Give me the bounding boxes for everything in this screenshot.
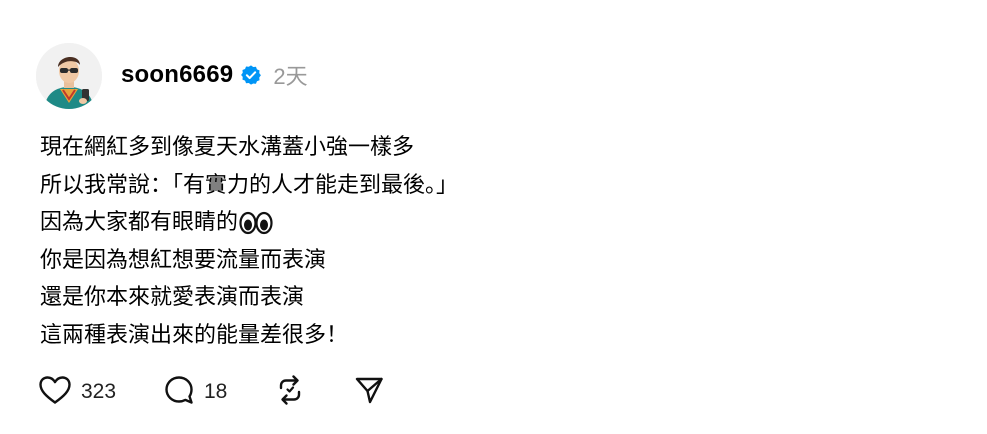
post-text-line-with-emoji: 因為大家都有眼睛的 xyxy=(40,204,940,242)
post-text-line: 這兩種表演出來的能量差很多！ xyxy=(40,322,349,348)
post-card: soon6669 2天 現在網紅多到像夏天水溝蓋小強一樣多 所以我常說：「有實力… xyxy=(0,0,987,434)
post-timestamp: 2天 xyxy=(273,64,308,89)
share-button[interactable] xyxy=(353,374,385,410)
avatar-photo-icon xyxy=(36,43,102,109)
eyes-emoji-icon xyxy=(239,211,273,235)
post-actions: 323 18 xyxy=(38,372,385,412)
post-header: soon6669 2天 xyxy=(121,58,308,92)
repost-button[interactable] xyxy=(273,374,353,410)
post-text-line: 你是因為想紅想要流量而表演 xyxy=(40,247,327,273)
post-body: 現在網紅多到像夏天水溝蓋小強一樣多 所以我常說：「有實力的人才能走到最後。」 因… xyxy=(40,129,940,354)
verified-badge-icon xyxy=(240,64,262,86)
like-count: 323 xyxy=(81,380,117,403)
post-text-line: 還是你本來就愛表演而表演 xyxy=(40,285,305,310)
like-button[interactable]: 323 xyxy=(38,375,163,409)
reply-button[interactable]: 18 xyxy=(163,374,273,410)
author-username[interactable]: soon6669 xyxy=(121,61,233,89)
author-avatar[interactable] xyxy=(36,43,102,109)
heart-icon xyxy=(38,375,72,409)
reply-count: 18 xyxy=(204,380,228,403)
post-text-line: 所以我常說：「有實力的人才能走到最後。」 xyxy=(40,172,459,198)
repost-icon xyxy=(273,374,307,410)
post-text-line: 現在網紅多到像夏天水溝蓋小強一樣多 xyxy=(40,135,415,160)
comment-icon xyxy=(163,374,195,410)
send-icon xyxy=(353,374,385,410)
post-text-line: 因為大家都有眼睛的 xyxy=(40,210,239,235)
